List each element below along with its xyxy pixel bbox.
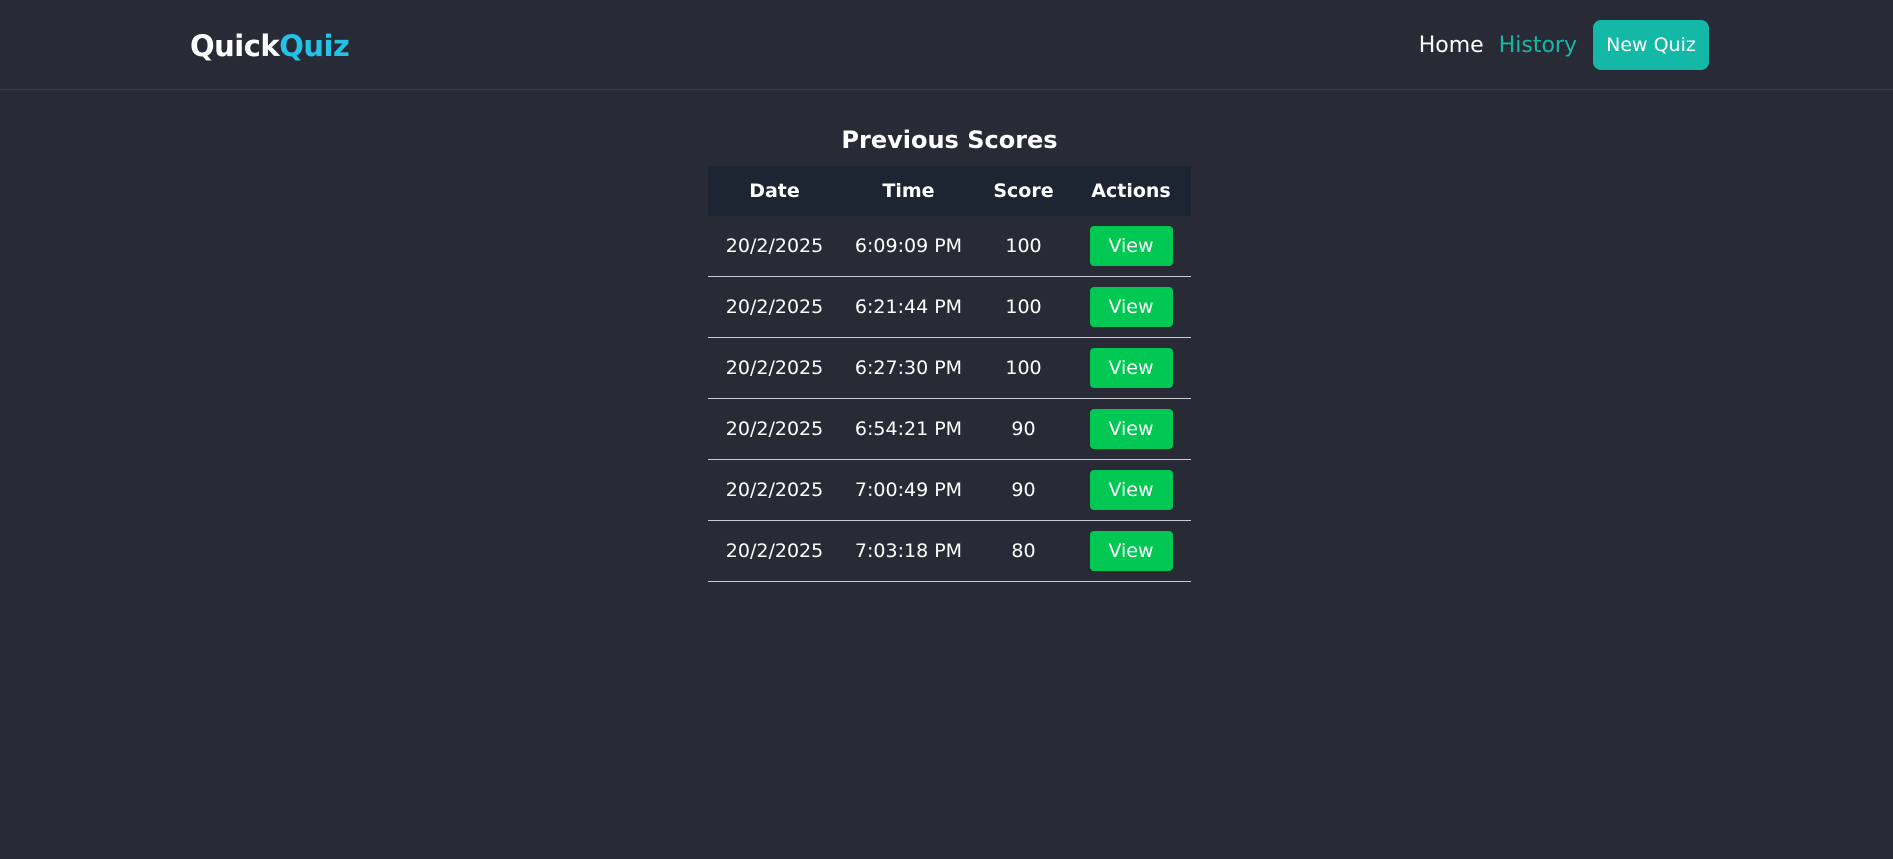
table-row: 20/2/2025 6:54:21 PM 90 View	[708, 398, 1191, 460]
view-button[interactable]: View	[1089, 470, 1173, 510]
table-row: 20/2/2025 6:21:44 PM 100 View	[708, 276, 1191, 338]
cell-time: 7:00:49 PM	[841, 459, 976, 521]
cell-date: 20/2/2025	[708, 459, 841, 521]
nav-home-link[interactable]: Home	[1419, 33, 1484, 58]
column-header-score: Score	[976, 166, 1071, 216]
table-row: 20/2/2025 7:03:18 PM 80 View	[708, 520, 1191, 582]
cell-date: 20/2/2025	[708, 216, 841, 277]
cell-date: 20/2/2025	[708, 398, 841, 460]
view-button[interactable]: View	[1089, 348, 1173, 388]
page-title: Previous Scores	[841, 126, 1058, 154]
navbar: QuickQuiz Home History New Quiz	[0, 0, 1893, 90]
cell-time: 6:09:09 PM	[841, 216, 976, 277]
cell-score: 90	[976, 459, 1071, 521]
table-row: 20/2/2025 6:09:09 PM 100 View	[708, 216, 1191, 277]
logo[interactable]: QuickQuiz	[190, 28, 350, 64]
logo-text-quick: Quick	[190, 29, 280, 63]
cell-actions: View	[1071, 216, 1191, 277]
column-header-actions: Actions	[1071, 166, 1191, 216]
cell-date: 20/2/2025	[708, 337, 841, 399]
main-content: Previous Scores Date Time Score Actions …	[708, 122, 1191, 582]
column-header-date: Date	[708, 166, 841, 216]
cell-actions: View	[1071, 276, 1191, 338]
view-button[interactable]: View	[1089, 409, 1173, 449]
view-button[interactable]: View	[1089, 226, 1173, 266]
cell-date: 20/2/2025	[708, 520, 841, 582]
cell-time: 6:21:44 PM	[841, 276, 976, 338]
cell-score: 80	[976, 520, 1071, 582]
logo-text-quiz: Quiz	[279, 29, 350, 63]
cell-time: 6:27:30 PM	[841, 337, 976, 399]
table-header-row: Date Time Score Actions	[708, 166, 1191, 216]
new-quiz-button[interactable]: New Quiz	[1593, 20, 1709, 70]
cell-score: 90	[976, 398, 1071, 460]
nav-links: Home History New Quiz	[1419, 20, 1709, 70]
cell-actions: View	[1071, 337, 1191, 399]
table-row: 20/2/2025 6:27:30 PM 100 View	[708, 337, 1191, 399]
view-button[interactable]: View	[1089, 287, 1173, 327]
nav-history-link[interactable]: History	[1499, 33, 1577, 58]
cell-time: 7:03:18 PM	[841, 520, 976, 582]
cell-score: 100	[976, 216, 1071, 277]
cell-score: 100	[976, 276, 1071, 338]
view-button[interactable]: View	[1089, 531, 1173, 571]
cell-date: 20/2/2025	[708, 276, 841, 338]
scores-table: Date Time Score Actions 20/2/2025 6:09:0…	[708, 166, 1191, 582]
cell-actions: View	[1071, 520, 1191, 582]
column-header-time: Time	[841, 166, 976, 216]
cell-score: 100	[976, 337, 1071, 399]
cell-actions: View	[1071, 459, 1191, 521]
cell-actions: View	[1071, 398, 1191, 460]
cell-time: 6:54:21 PM	[841, 398, 976, 460]
table-row: 20/2/2025 7:00:49 PM 90 View	[708, 459, 1191, 521]
